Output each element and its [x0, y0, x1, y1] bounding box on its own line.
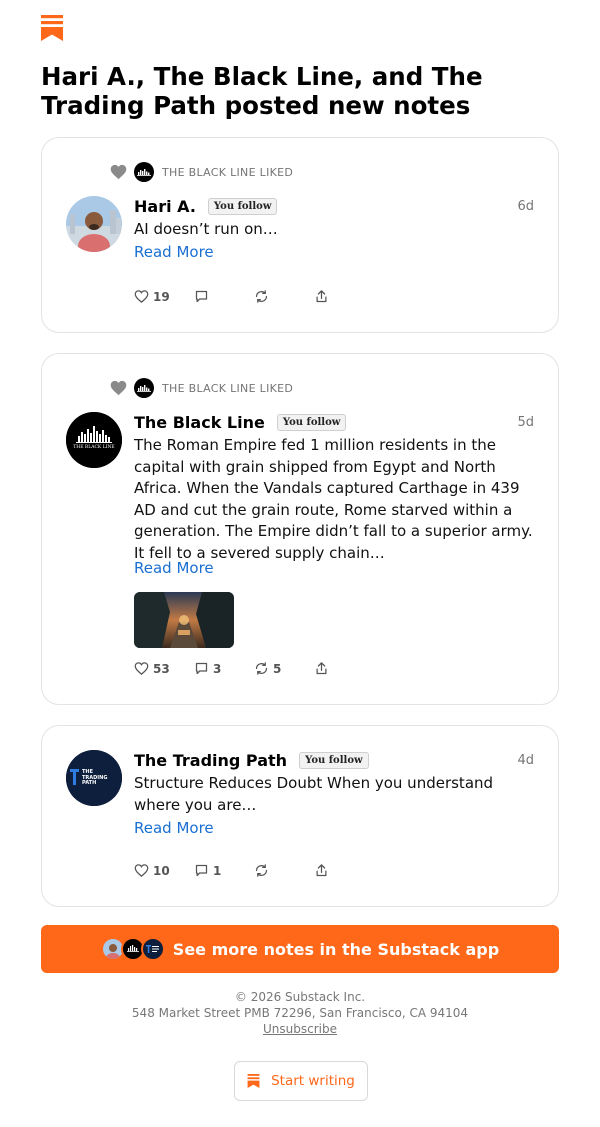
avatar: [140, 937, 165, 961]
note-card[interactable]: THE BLACK LINE LIKED Hari A. You follow …: [41, 137, 559, 333]
share-button[interactable]: [314, 661, 333, 676]
comment-button[interactable]: 3: [194, 661, 221, 676]
footer-copyright: © 2026 Substack Inc.: [234, 990, 366, 1004]
avatar-stack: [100, 937, 165, 961]
liked-by-row: THE BLACK LINE LIKED: [110, 162, 293, 182]
post-age: 6d: [517, 198, 534, 214]
avatar-wordmark: THE BLACK LINE: [73, 445, 115, 450]
note-body[interactable]: AI doesn’t run on…: [134, 219, 538, 241]
note-card[interactable]: THE TRADING PATH The Trading Path You fo…: [41, 725, 559, 907]
avatar-wordmark: THE TRADING PATH: [82, 769, 107, 787]
read-more-link[interactable]: Read More: [134, 559, 214, 577]
post-header: The Trading Path You follow 4d: [134, 749, 534, 771]
footer-address: 548 Market Street PMB 72296, San Francis…: [131, 1006, 469, 1020]
like-count: 53: [153, 661, 170, 676]
start-writing-label: Start writing: [271, 1073, 355, 1089]
liker-avatar: [134, 378, 154, 398]
share-button[interactable]: [314, 863, 333, 878]
heart-icon: [134, 290, 149, 303]
post-age: 5d: [517, 414, 534, 430]
restack-count: 5: [273, 661, 282, 676]
comment-button[interactable]: 1: [194, 863, 221, 878]
substack-logo-icon: [247, 1074, 260, 1088]
heart-icon: [134, 864, 149, 877]
liked-by-label: THE BLACK LINE LIKED: [162, 381, 294, 395]
open-app-button[interactable]: See more notes in the Substack app: [41, 925, 559, 973]
note-body[interactable]: Structure Reduces Doubt When you underst…: [134, 773, 538, 816]
share-button[interactable]: [314, 289, 333, 304]
share-icon: [316, 864, 327, 877]
page-title: Hari A., The Black Line, and The Trading…: [41, 62, 483, 120]
comment-count: 1: [213, 863, 222, 878]
restack-button[interactable]: [254, 289, 273, 304]
comment-icon: [195, 662, 208, 675]
restack-button[interactable]: [254, 863, 273, 878]
like-button[interactable]: 10: [134, 863, 170, 878]
follow-badge: You follow: [207, 197, 278, 215]
share-icon: [316, 662, 327, 675]
follow-badge: You follow: [276, 413, 347, 431]
comment-icon: [195, 290, 208, 303]
post-age: 4d: [517, 752, 534, 768]
post-header: Hari A. You follow 6d: [134, 195, 534, 217]
like-count: 19: [153, 289, 170, 304]
note-card[interactable]: THE BLACK LINE LIKED THE BLACK LINE The …: [41, 353, 559, 705]
note-image[interactable]: [134, 592, 234, 648]
author-name[interactable]: Hari A.: [134, 197, 196, 216]
author-name[interactable]: The Trading Path: [134, 751, 287, 770]
substack-logo-icon: [41, 15, 63, 41]
comment-count: 3: [213, 661, 222, 676]
comment-button[interactable]: [194, 289, 213, 304]
read-more-link[interactable]: Read More: [134, 819, 214, 837]
liked-by-label: THE BLACK LINE LIKED: [162, 165, 294, 179]
comment-icon: [195, 864, 208, 877]
like-count: 10: [153, 863, 170, 878]
heart-icon: [134, 662, 149, 675]
unsubscribe-link[interactable]: Unsubscribe: [263, 1022, 337, 1036]
avatar[interactable]: [66, 196, 122, 252]
liker-avatar: [134, 162, 154, 182]
restack-icon: [255, 864, 268, 877]
footer-unsubscribe-row: Unsubscribe: [0, 1021, 600, 1037]
share-icon: [316, 290, 327, 303]
note-body[interactable]: The Roman Empire fed 1 million residents…: [134, 435, 538, 564]
author-name[interactable]: The Black Line: [134, 413, 265, 432]
start-writing-button[interactable]: Start writing: [234, 1061, 368, 1101]
cta-label: See more notes in the Substack app: [172, 939, 500, 959]
like-button[interactable]: 53: [134, 661, 170, 676]
restack-icon: [255, 290, 268, 303]
heart-filled-icon: [110, 164, 127, 180]
avatar[interactable]: THE TRADING PATH: [66, 750, 122, 806]
post-header: The Black Line You follow 5d: [134, 411, 534, 433]
restack-icon: [255, 662, 268, 675]
heart-filled-icon: [110, 380, 127, 396]
avatar-word: PATH: [82, 780, 97, 786]
read-more-link[interactable]: Read More: [134, 243, 214, 261]
restack-button[interactable]: 5: [254, 661, 281, 676]
avatar[interactable]: THE BLACK LINE: [66, 412, 122, 468]
liked-by-row: THE BLACK LINE LIKED: [110, 378, 293, 398]
like-button[interactable]: 19: [134, 289, 170, 304]
follow-badge: You follow: [299, 751, 369, 769]
